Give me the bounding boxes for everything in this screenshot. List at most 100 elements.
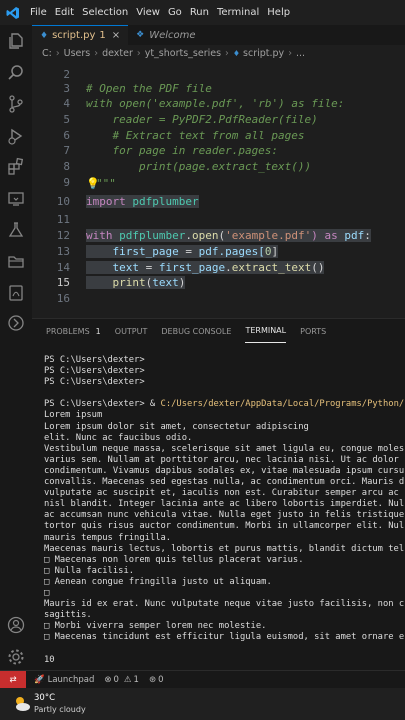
remote-explorer-icon[interactable]	[6, 189, 26, 209]
code-line-7: for page in reader.pages:	[86, 144, 279, 157]
search-icon[interactable]	[6, 63, 26, 83]
line-number: 4	[63, 97, 70, 110]
menu-view[interactable]: View	[136, 7, 160, 18]
tab-ports[interactable]: PORTS	[300, 319, 326, 343]
terminal-output-line: nisl blandit. Integer lacinia ante ac li…	[44, 499, 404, 510]
terminal-output-line: condimentum. Vivamus dapibus sodales ex,…	[44, 465, 404, 476]
menu-file[interactable]: File	[30, 7, 47, 18]
code-line-14: text = first_page.extract_text()	[86, 261, 325, 274]
line-number: 5	[63, 113, 70, 126]
explorer-icon[interactable]	[6, 31, 26, 51]
folder-icon[interactable]	[6, 252, 26, 272]
line-number: 10	[56, 195, 70, 208]
line-number: 2	[63, 68, 70, 81]
bottom-panel: PROBLEMS 1 OUTPUT DEBUG CONSOLE TERMINAL …	[32, 318, 405, 671]
tab-welcome[interactable]: ❖ Welcome	[128, 25, 203, 45]
tab-script-py[interactable]: ♦ script.py 1 ×	[32, 25, 129, 45]
tab-problem-badge: 1	[99, 30, 106, 41]
terminal-line: PS C:\Users\dexter> & C:/Users/dexter/Ap…	[44, 399, 404, 410]
terminal-line: PS C:\Users\dexter>	[44, 355, 145, 365]
terminal-line: PS C:\Users\dexter>	[44, 377, 145, 388]
breadcrumb-item[interactable]: ...	[296, 48, 305, 59]
breadcrumb-item[interactable]: C:	[42, 48, 52, 59]
menu-terminal[interactable]: Terminal	[217, 7, 259, 18]
tab-problems[interactable]: PROBLEMS 1	[46, 319, 101, 343]
terminal-output-line: Lorem ipsum	[44, 410, 103, 421]
code-line-6: # Extract text from all pages	[86, 129, 305, 142]
remote-indicator-icon[interactable]: ⇄	[0, 671, 26, 689]
terminal-output-line: □ Nulla facilisi.	[44, 565, 135, 576]
breadcrumb-item[interactable]: script.py	[243, 48, 284, 59]
terminal-output-line: sagittis.	[44, 610, 92, 621]
terminal-output-line: varius sem. Nullam at porttitor arcu, ne…	[44, 454, 399, 465]
menu-edit[interactable]: Edit	[55, 7, 74, 18]
terminal-output-line: vulputate ac suscipit et, iaculis non es…	[44, 488, 399, 499]
line-number: 16	[56, 292, 70, 305]
warning-count: 1	[133, 675, 139, 685]
git-graph-icon[interactable]	[6, 313, 26, 333]
account-icon[interactable]	[6, 615, 26, 635]
run-debug-icon[interactable]	[6, 126, 26, 146]
python-file-icon: ♦	[40, 30, 49, 41]
terminal-output-line: convallis. Maecenas sed egestas nulla, a…	[44, 477, 404, 488]
terminal-output-line: 10	[44, 654, 55, 665]
tab-debug-console[interactable]: DEBUG CONSOLE	[161, 319, 231, 343]
ports-icon[interactable]: ⊛	[149, 675, 156, 685]
tab-output[interactable]: OUTPUT	[115, 319, 148, 343]
error-icon[interactable]: ⊗	[104, 675, 111, 685]
code-line-15: print(text)	[86, 276, 186, 289]
code-line-13: first_page = pdf.pages[0]	[86, 245, 279, 258]
breadcrumb: C: › Users › dexter › yt_shorts_series › ♦ s…	[42, 47, 306, 59]
code-line-9: 💡 """	[86, 177, 116, 190]
terminal-output-line: Maecenas mauris lectus, lobortis et puru…	[44, 543, 404, 554]
breadcrumb-item[interactable]: Users	[64, 48, 91, 59]
lightbulb-icon[interactable]: 💡	[86, 177, 100, 190]
terminal-output-line: tortor quis risus auctor condimentum. Mo…	[44, 521, 404, 532]
terminal-output-line: □ Maecenas tincidunt est efficitur ligul…	[44, 632, 404, 643]
line-number: 6	[63, 129, 70, 142]
terminal-output-line: mauris tempus fringilla.	[44, 532, 172, 543]
terminal-output-line: ac accumsan nunc vehicula vitae. Nulla e…	[44, 510, 404, 521]
python-run-path: C:/Users/dexter/AppData/Local/Programs/P…	[160, 399, 404, 410]
menu-run[interactable]: Run	[190, 7, 209, 18]
warning-icon[interactable]: ⚠	[124, 675, 132, 685]
terminal-output-line: □	[44, 587, 50, 598]
launchpad-icon: 🚀	[34, 675, 45, 685]
weather-icon[interactable]	[12, 694, 32, 718]
code-line-5: reader = PyPDF2.PdfReader(file)	[86, 113, 318, 126]
menu-selection[interactable]: Selection	[82, 7, 128, 18]
terminal-output-line: Mauris id ex erat. Nunc vulputate neque …	[44, 599, 404, 610]
tab-close-button[interactable]: ×	[112, 30, 120, 41]
problems-count-badge: 1	[95, 326, 101, 336]
breadcrumb-item[interactable]: yt_shorts_series	[145, 48, 221, 59]
launchpad-label[interactable]: Launchpad	[48, 675, 95, 685]
gear-icon[interactable]	[6, 647, 26, 667]
breadcrumb-item[interactable]: dexter	[102, 48, 133, 59]
line-number: 15	[56, 276, 70, 289]
terminal-output-line: □ Aenean congue fringilla justo ut aliqu…	[44, 576, 272, 587]
line-number: 13	[56, 245, 70, 258]
menu-help[interactable]: Help	[267, 7, 290, 18]
terminal-output-line: □ Morbi viverra semper lorem nec molesti…	[44, 621, 267, 632]
line-number: 9	[63, 176, 70, 189]
code-editor[interactable]: 2 3 4 5 6 7 8 9 10 11 12 13 14 15 16 # O…	[32, 61, 405, 311]
terminal-output[interactable]: PS C:\Users\dexter> PS C:\Users\dexter> PS…	[44, 355, 404, 666]
tab-terminal[interactable]: TERMINAL	[245, 319, 287, 343]
line-number: 8	[63, 160, 70, 173]
editor-tabs: ♦ script.py 1 × ❖ Welcome	[32, 25, 405, 45]
vscode-logo-icon	[2, 0, 24, 25]
testing-icon[interactable]	[6, 220, 26, 240]
status-bar: ⇄ 🚀 Launchpad ⊗ 0 ⚠ 1 ⊛ 0	[0, 670, 405, 689]
source-control-icon[interactable]	[6, 94, 26, 114]
line-number: 12	[56, 229, 70, 242]
pdf-icon[interactable]	[6, 283, 26, 303]
code-line-8: print(page.extract_text())	[86, 160, 312, 173]
terminal-output-line: Vestibulum neque massa, scelerisque sit …	[44, 443, 404, 454]
code-line-4: with open('example.pdf', 'rb') as file:	[86, 97, 345, 110]
menu-go[interactable]: Go	[168, 7, 182, 18]
extensions-icon[interactable]	[6, 157, 26, 177]
line-number: 7	[63, 144, 70, 157]
tab-label: Welcome	[149, 29, 196, 41]
windows-taskbar: 30°C Partly cloudy	[0, 688, 405, 720]
